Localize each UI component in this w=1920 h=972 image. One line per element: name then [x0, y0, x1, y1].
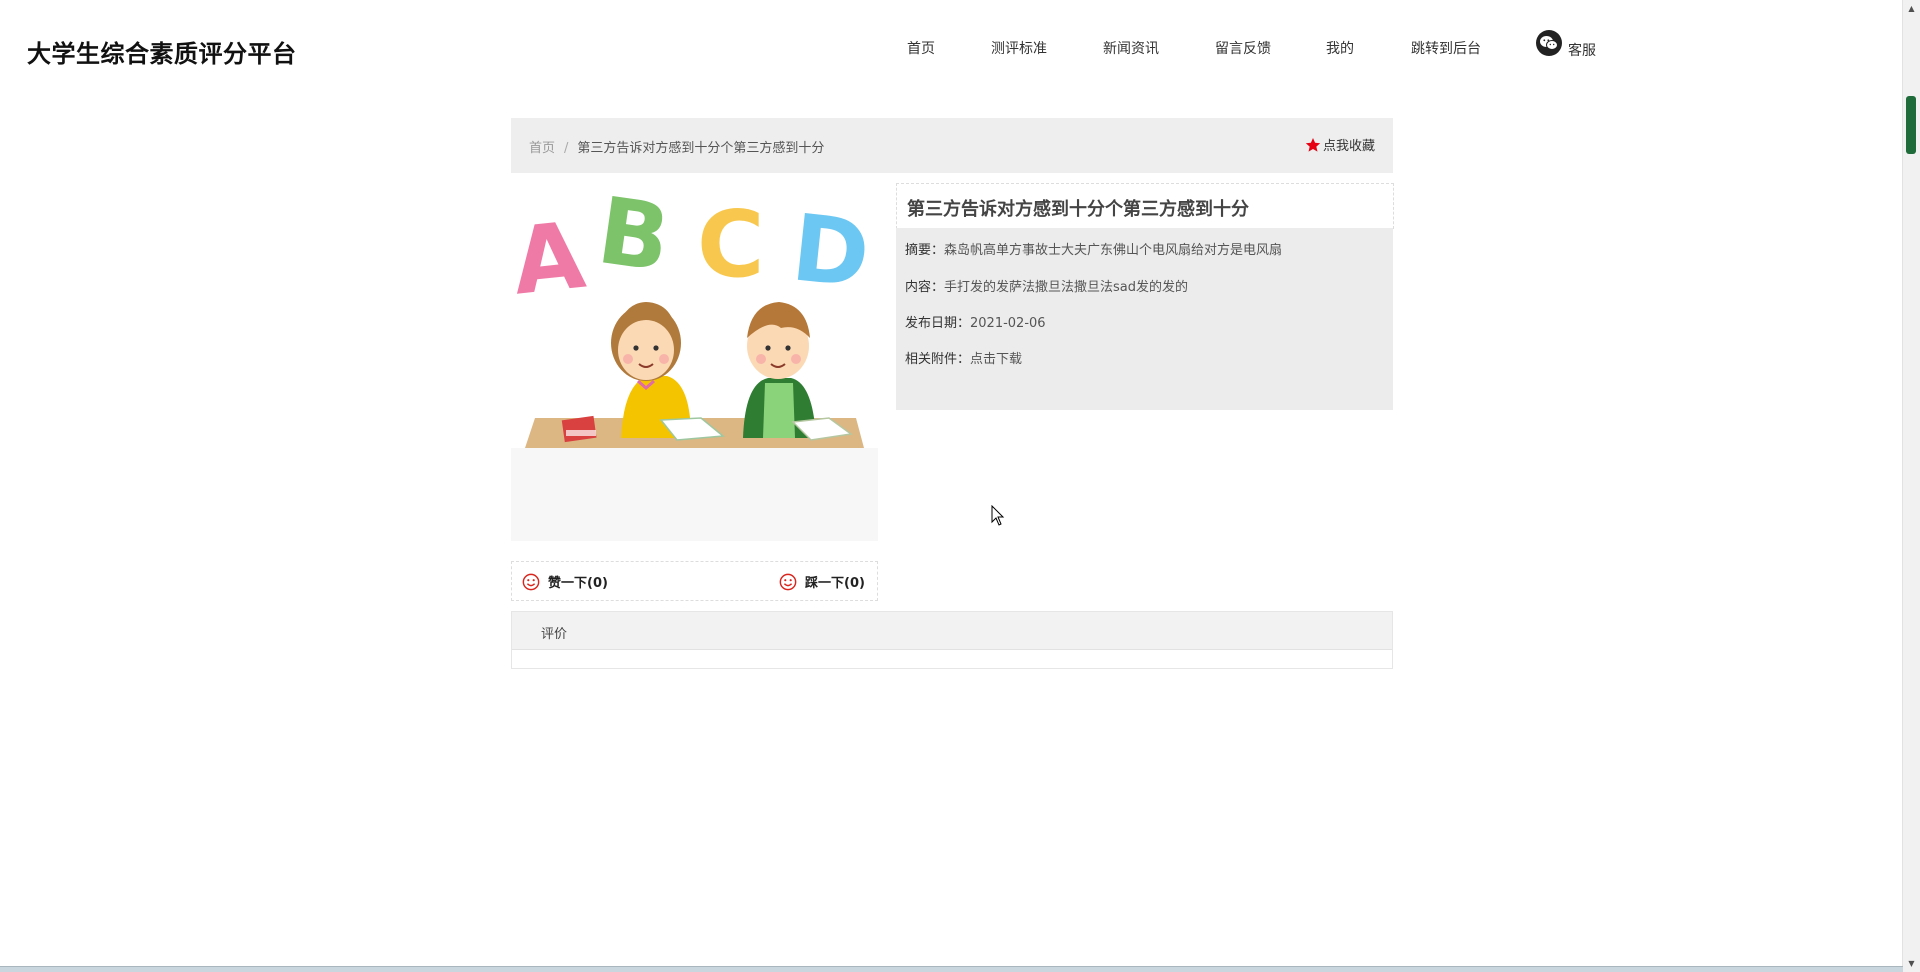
favorite-label: 点我收藏: [1322, 139, 1375, 154]
favorite-button[interactable]: 点我收藏: [1305, 135, 1375, 154]
summary-line: 摘要：森岛帆高单方事故士大夫广东佛山个电风扇给对方是电风扇: [905, 239, 1282, 258]
attachment-line: 相关附件：点击下载: [905, 348, 1022, 367]
dislike-button[interactable]: 踩一下(0): [779, 572, 865, 591]
nav-customer-service[interactable]: 客服: [1536, 30, 1596, 60]
nav-standards[interactable]: 测评标准: [991, 38, 1047, 58]
customer-service-label: 客服: [1568, 43, 1596, 59]
like-label: 赞一下(0): [548, 576, 608, 591]
like-button[interactable]: 赞一下(0): [522, 572, 608, 591]
nav-admin[interactable]: 跳转到后台: [1411, 38, 1481, 58]
detail-title-box: 第三方告诉对方感到十分个第三方感到十分: [896, 183, 1394, 229]
dislike-label: 踩一下(0): [805, 576, 865, 591]
detail-body: 摘要：森岛帆高单方事故士大夫广东佛山个电风扇给对方是电风扇 内容：手打发的发萨法…: [896, 228, 1393, 410]
date-label: 发布日期：: [905, 316, 971, 331]
breadcrumb-separator: /: [564, 141, 569, 156]
mouse-cursor-icon: [991, 505, 1005, 526]
letter-c: C: [697, 191, 765, 298]
breadcrumb-current: 第三方告诉对方感到十分个第三方感到十分: [577, 141, 825, 156]
comment-title: 评价: [541, 627, 568, 642]
nav-feedback[interactable]: 留言反馈: [1215, 38, 1271, 58]
nav-home[interactable]: 首页: [907, 38, 935, 58]
download-link[interactable]: 点击下载: [970, 352, 1022, 367]
letter-b: B: [592, 178, 676, 293]
scroll-down-arrow-icon[interactable]: ▼: [1903, 955, 1920, 972]
scroll-up-arrow-icon[interactable]: ▲: [1903, 0, 1920, 17]
vote-bar: 赞一下(0) 踩一下(0): [511, 561, 878, 601]
letter-a: A: [511, 202, 590, 316]
smiley-icon: [522, 573, 540, 590]
summary-value: 森岛帆高单方事故士大夫广东佛山个电风扇给对方是电风扇: [944, 243, 1283, 258]
letter-d: D: [787, 194, 874, 308]
comment-section: 评价: [511, 611, 1393, 669]
summary-label: 摘要：: [905, 243, 945, 258]
taskbar-strip: [0, 966, 1903, 972]
scroll-thumb[interactable]: [1906, 96, 1916, 154]
date-value: 2021-02-06: [970, 316, 1046, 331]
star-icon: [1305, 137, 1321, 152]
site-title: 大学生综合素质评分平台: [27, 40, 297, 68]
breadcrumb-bar: 首页 / 第三方告诉对方感到十分个第三方感到十分 点我收藏: [511, 118, 1393, 173]
nav-news[interactable]: 新闻资讯: [1103, 38, 1159, 58]
detail-title: 第三方告诉对方感到十分个第三方感到十分: [907, 199, 1249, 220]
content-label: 内容：: [905, 280, 945, 295]
breadcrumb: 首页 / 第三方告诉对方感到十分个第三方感到十分: [529, 137, 824, 156]
breadcrumb-home[interactable]: 首页: [529, 141, 555, 156]
nav-mine[interactable]: 我的: [1326, 38, 1354, 58]
content-value: 手打发的发萨法撒旦法撒旦法sad发的发的: [944, 280, 1189, 295]
date-line: 发布日期：2021-02-06: [905, 312, 1046, 331]
attachment-label: 相关附件：: [905, 352, 971, 367]
content-line: 内容：手打发的发萨法撒旦法撒旦法sad发的发的: [905, 276, 1188, 295]
article-illustration: A B C D: [511, 178, 878, 448]
article-image-card: A B C D: [511, 178, 878, 541]
wechat-icon: [1536, 30, 1562, 56]
comment-header: 评价: [512, 612, 1392, 650]
smiley-icon: [779, 573, 797, 590]
vertical-scrollbar[interactable]: ▲ ▼: [1902, 0, 1920, 972]
